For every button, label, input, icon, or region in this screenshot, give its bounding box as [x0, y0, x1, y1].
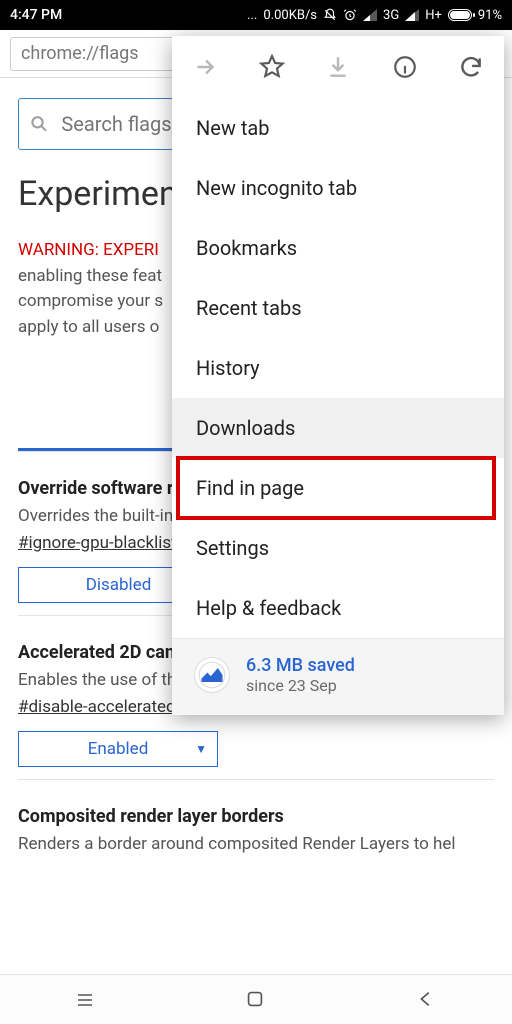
menu-item-new-incognito[interactable]: New incognito tab	[172, 158, 504, 218]
star-icon[interactable]	[259, 54, 285, 80]
android-status-bar: 4:47 PM ... 0.00KB/s 3G H+ 91%	[0, 0, 512, 30]
android-nav-bar	[0, 974, 512, 1024]
home-button[interactable]	[244, 988, 268, 1012]
status-right-cluster: ... 0.00KB/s 3G H+ 91%	[247, 8, 502, 23]
status-net-speed: 0.00KB/s	[263, 8, 317, 23]
menu-item-recent-tabs[interactable]: Recent tabs	[172, 278, 504, 338]
download-icon[interactable]	[325, 54, 351, 80]
reload-icon[interactable]	[458, 54, 484, 80]
signal-1-label: 3G	[383, 8, 399, 23]
info-icon[interactable]	[392, 54, 418, 80]
menu-item-history[interactable]: History	[172, 338, 504, 398]
menu-item-downloads[interactable]: Downloads	[172, 398, 504, 458]
menu-item-new-tab[interactable]: New tab	[172, 98, 504, 158]
menu-item-help-feedback[interactable]: Help & feedback	[172, 578, 504, 638]
battery-icon	[448, 9, 472, 21]
flag-item: Composited render layer borders Renders …	[18, 779, 494, 873]
data-saver-icon	[194, 657, 230, 693]
bell-off-icon	[323, 8, 337, 22]
menu-item-settings[interactable]: Settings	[172, 518, 504, 578]
flag-select-value: Enabled	[19, 739, 217, 759]
menu-item-bookmarks[interactable]: Bookmarks	[172, 218, 504, 278]
signal-2-label: H+	[425, 8, 442, 23]
status-dots: ...	[247, 8, 257, 23]
search-icon	[29, 113, 49, 135]
warning-prefix: WARNING: EXPERI	[18, 240, 159, 260]
recent-apps-button[interactable]	[73, 988, 97, 1012]
data-saver-amount: 6.3 MB saved	[246, 655, 355, 676]
flag-anchor-link[interactable]: #ignore-gpu-blacklist	[18, 533, 177, 553]
status-time: 4:47 PM	[10, 7, 62, 23]
signal-2-icon	[405, 9, 419, 21]
chrome-overflow-menu: New tab New incognito tab Bookmarks Rece…	[172, 36, 504, 715]
chevron-down-icon: ▼	[195, 742, 207, 756]
flag-desc: Renders a border around composited Rende…	[18, 833, 494, 857]
back-button[interactable]	[415, 988, 439, 1012]
signal-1-icon	[363, 9, 377, 21]
arrow-forward-icon[interactable]	[192, 54, 218, 80]
alarm-icon	[343, 8, 357, 22]
menu-item-find-in-page[interactable]: Find in page	[172, 458, 504, 518]
flag-select[interactable]: Enabled ▼	[18, 731, 218, 767]
data-saver-row[interactable]: 6.3 MB saved since 23 Sep	[172, 638, 504, 715]
flag-title: Composited render layer borders	[18, 806, 494, 827]
battery-percent: 91%	[478, 8, 502, 23]
menu-icon-row	[172, 36, 504, 98]
data-saver-text: 6.3 MB saved since 23 Sep	[246, 655, 355, 695]
data-saver-since: since 23 Sep	[246, 676, 355, 695]
